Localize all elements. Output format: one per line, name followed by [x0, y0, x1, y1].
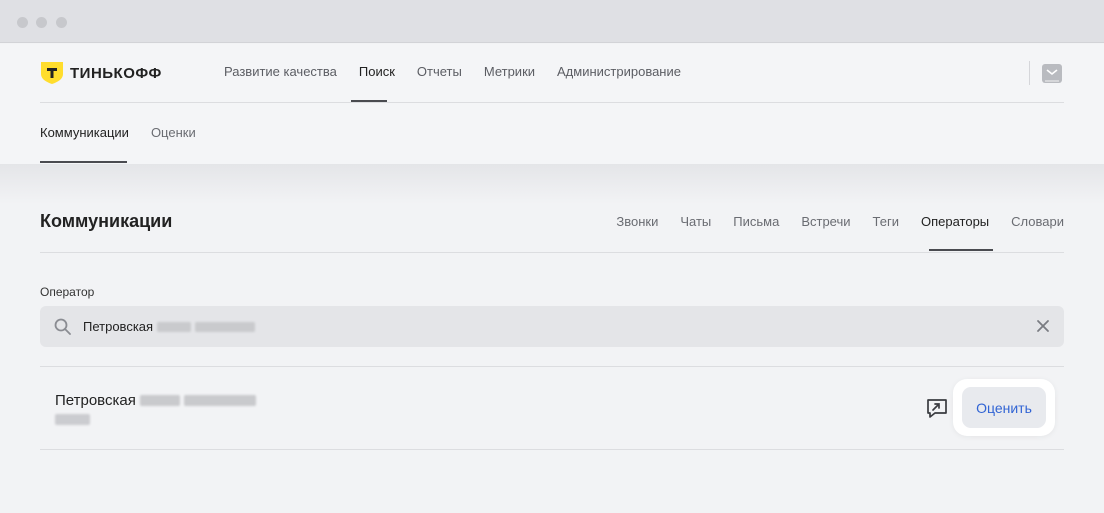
topnav-item-admin[interactable]: Администрирование — [557, 64, 681, 79]
rate-button[interactable]: Оценить — [962, 387, 1046, 428]
topnav-item-reports[interactable]: Отчеты — [417, 64, 462, 79]
page-title: Коммуникации — [40, 211, 173, 231]
topnav-item-metrics[interactable]: Метрики — [484, 64, 535, 79]
clear-icon[interactable] — [1036, 319, 1050, 333]
header-shadow — [0, 164, 1104, 204]
subnav-item-ratings[interactable]: Оценки — [151, 125, 196, 140]
tab-meetings[interactable]: Встречи — [801, 214, 850, 229]
operator-field-label: Оператор — [40, 285, 95, 299]
redacted-text — [195, 321, 256, 332]
search-input[interactable]: Петровская — [83, 319, 256, 334]
operator-surname: Петровская — [55, 392, 136, 409]
operator-search-field[interactable]: Петровская — [40, 306, 1064, 347]
header-divider — [40, 102, 1064, 103]
redacted-text — [139, 395, 180, 406]
redacted-text — [157, 321, 192, 332]
messages-icon[interactable] — [1042, 64, 1062, 83]
operator-subtitle-redacted — [55, 414, 90, 425]
header-separator — [1029, 61, 1030, 85]
top-navigation: Развитие качества Поиск Отчеты Метрики А… — [224, 64, 703, 79]
search-icon — [54, 318, 71, 335]
window-close-button[interactable] — [17, 17, 28, 28]
logo-shield-icon — [40, 61, 64, 85]
tab-dictionaries[interactable]: Словари — [1011, 214, 1064, 229]
tab-letters[interactable]: Письма — [733, 214, 779, 229]
brand-logo[interactable]: ТИНЬКОФФ — [40, 61, 162, 85]
window-titlebar — [0, 0, 1104, 43]
tab-tags[interactable]: Теги — [873, 214, 899, 229]
topnav-item-search[interactable]: Поиск — [359, 64, 395, 79]
tab-calls[interactable]: Звонки — [616, 214, 658, 229]
tab-operators[interactable]: Операторы — [921, 214, 989, 229]
redacted-text — [183, 395, 256, 406]
topnav-item-quality[interactable]: Развитие качества — [224, 64, 337, 79]
result-divider-top — [40, 366, 1064, 367]
operator-name[interactable]: Петровская — [55, 392, 256, 409]
tab-active-indicator — [929, 249, 993, 251]
app-header — [0, 44, 1104, 164]
brand-name: ТИНЬКОФФ — [70, 64, 162, 82]
communication-tabs: Звонки Чаты Письма Встречи Теги Оператор… — [594, 214, 1064, 229]
content-divider — [40, 252, 1064, 253]
subnav-item-communications[interactable]: Коммуникации — [40, 125, 129, 140]
subnav-active-indicator — [40, 161, 127, 163]
share-icon[interactable] — [926, 397, 948, 419]
search-input-value: Петровская — [83, 319, 154, 334]
window-minimize-button[interactable] — [36, 17, 47, 28]
sub-navigation: Коммуникации Оценки — [40, 125, 218, 140]
window-maximize-button[interactable] — [56, 17, 67, 28]
tab-chats[interactable]: Чаты — [680, 214, 711, 229]
result-divider-bottom — [40, 449, 1064, 450]
